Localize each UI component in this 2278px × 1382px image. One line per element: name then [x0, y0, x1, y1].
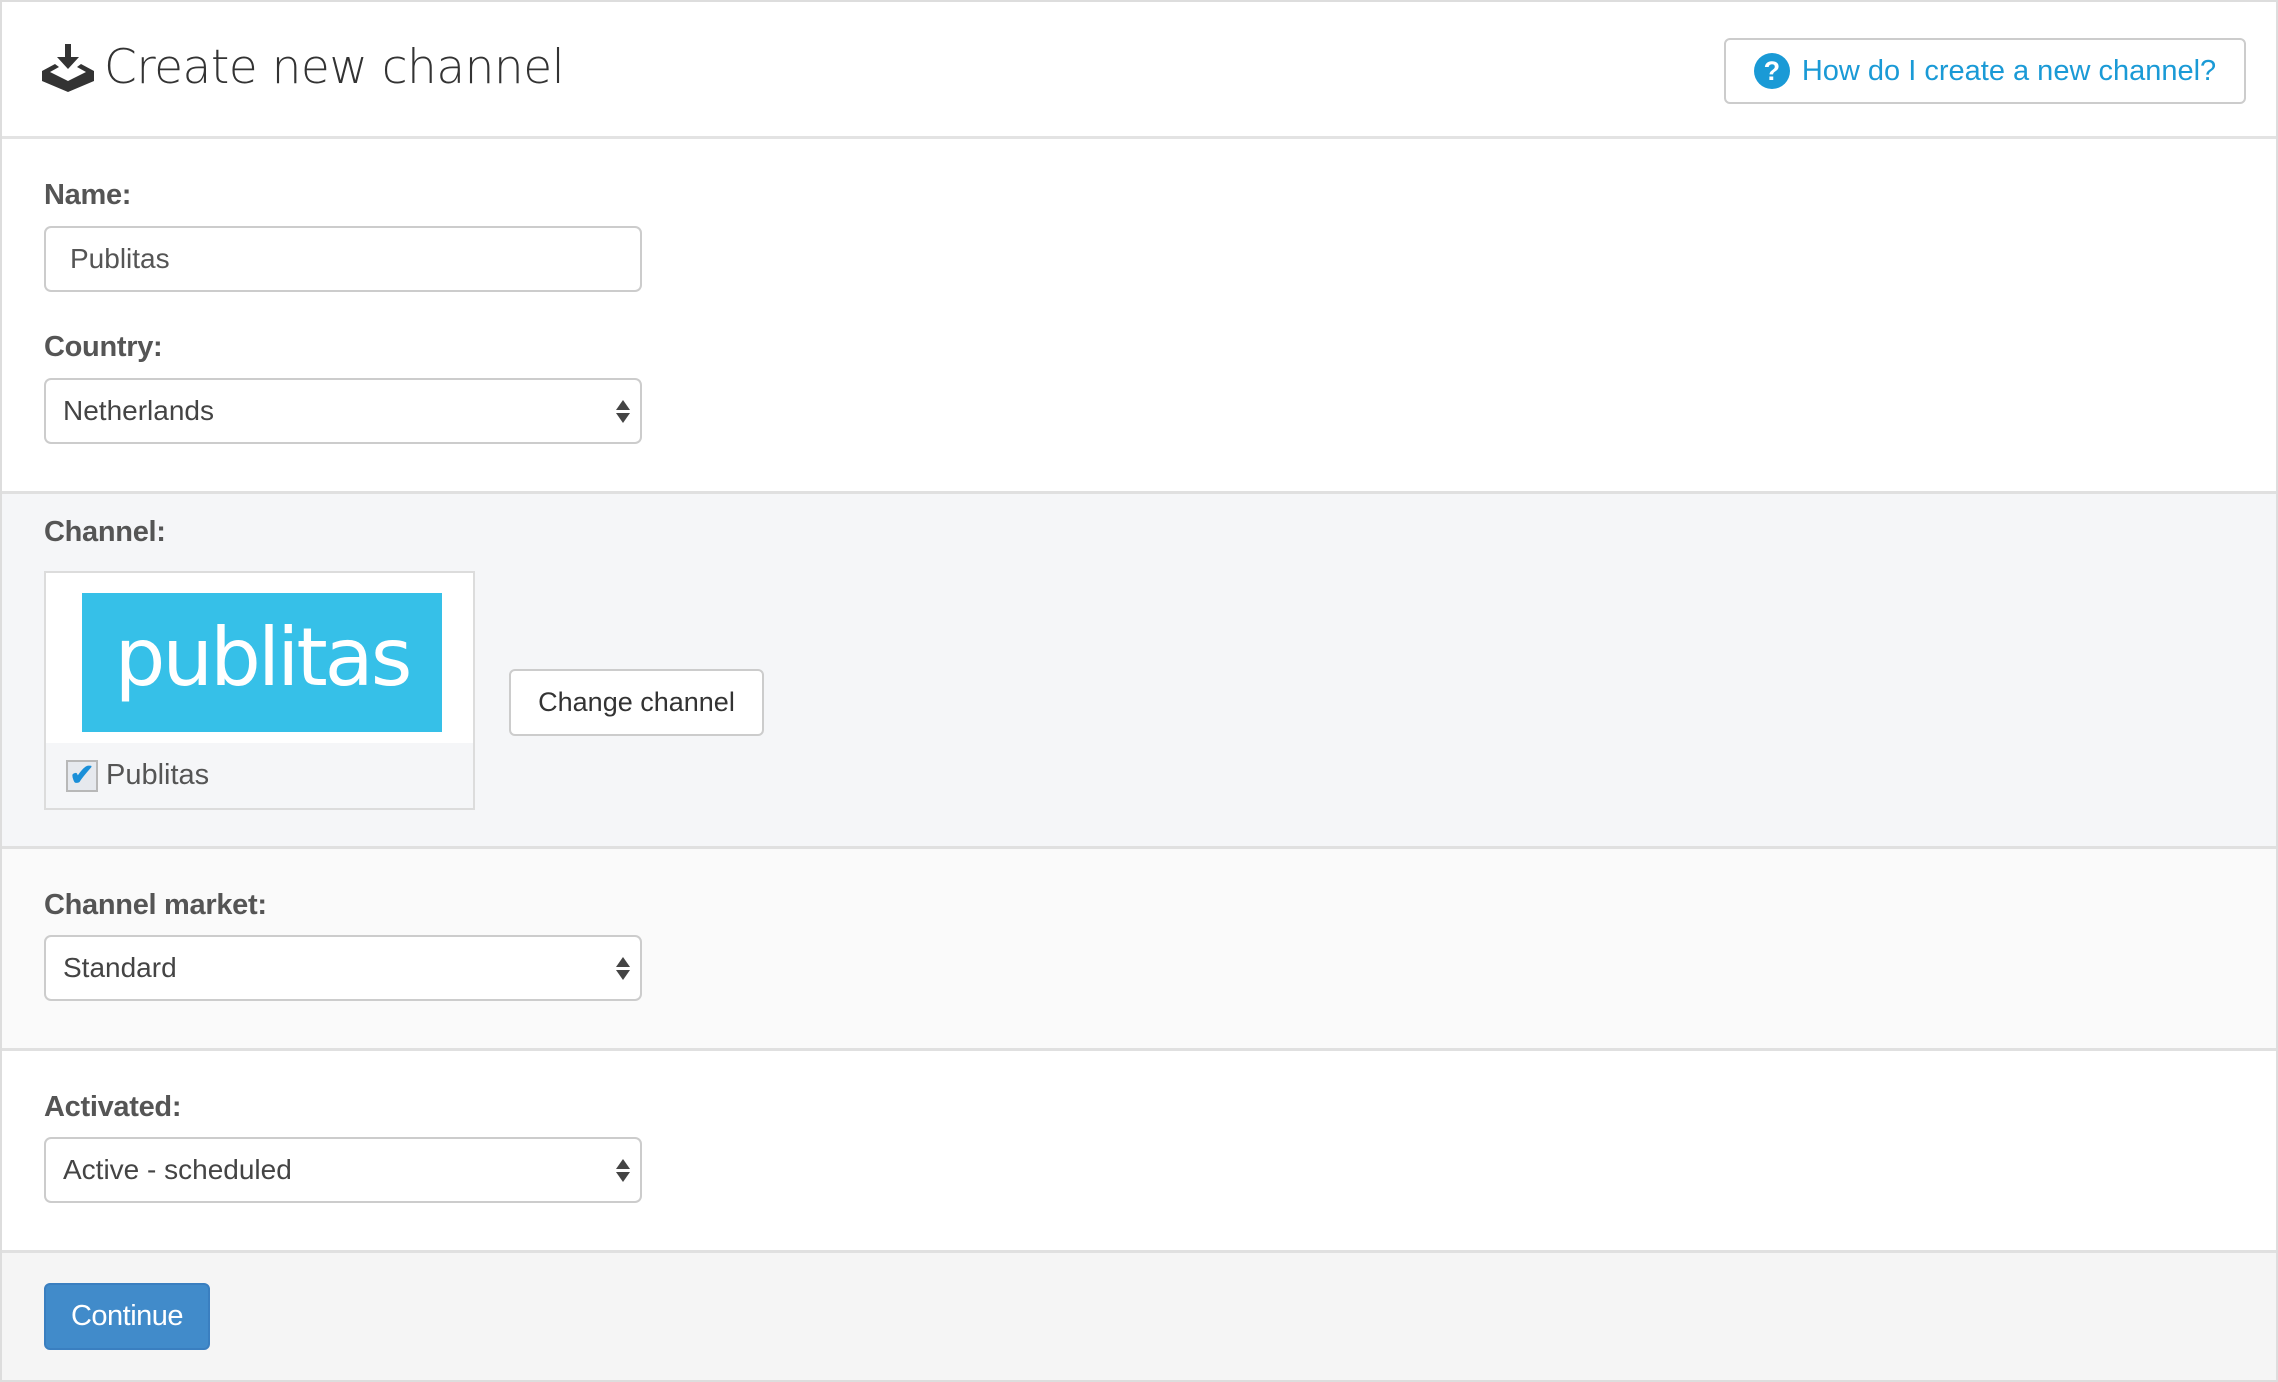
form-footer: Continue: [2, 1253, 2276, 1380]
channel-card-image-area: publitas: [46, 573, 473, 743]
channel-market-label: Channel market:: [44, 889, 267, 921]
publitas-logo: publitas: [82, 593, 442, 732]
channel-market-select-value: Standard: [63, 952, 177, 983]
download-tray-icon: [42, 43, 94, 92]
page-title: Create new channel: [42, 40, 565, 95]
help-link-button[interactable]: ? How do I create a new channel?: [1724, 38, 2246, 104]
channel-option-label: Publitas: [106, 759, 210, 791]
select-arrows-icon: [616, 956, 630, 980]
channel-card[interactable]: publitas ✔ Publitas: [44, 571, 475, 810]
channel-label: Channel:: [44, 516, 166, 548]
country-select[interactable]: Netherlands: [44, 378, 642, 444]
page-title-text: Create new channel: [104, 40, 565, 95]
activated-section: Activated: Active - scheduled: [2, 1051, 2276, 1253]
basic-info-section: Name: Country: Netherlands: [2, 139, 2276, 494]
country-label: Country:: [44, 331, 163, 363]
activated-label: Activated:: [44, 1091, 182, 1123]
checkmark-icon: ✔: [69, 759, 95, 792]
question-circle-icon: ?: [1753, 53, 1790, 89]
page-header: Create new channel ? How do I create a n…: [2, 2, 2276, 139]
publitas-logo-text: publitas: [114, 611, 413, 704]
select-arrows-icon: [616, 1158, 630, 1182]
channel-option[interactable]: ✔ Publitas: [66, 759, 209, 792]
change-channel-button[interactable]: Change channel: [509, 669, 764, 736]
name-input[interactable]: [46, 242, 640, 276]
activated-select[interactable]: Active - scheduled: [44, 1137, 642, 1203]
country-select-value: Netherlands: [63, 395, 214, 426]
channel-checkbox[interactable]: ✔: [66, 759, 98, 792]
select-arrows-icon: [616, 399, 630, 423]
channel-market-select[interactable]: Standard: [44, 935, 642, 1001]
activated-select-value: Active - scheduled: [63, 1154, 292, 1185]
channel-section: Channel: publitas ✔ Publitas Change chan…: [2, 494, 2276, 849]
name-label: Name:: [44, 179, 132, 211]
help-link-label: How do I create a new channel?: [1801, 54, 2217, 87]
continue-button[interactable]: Continue: [44, 1283, 210, 1350]
channel-market-section: Channel market: Standard: [2, 849, 2276, 1051]
page-frame: Create new channel ? How do I create a n…: [0, 0, 2278, 1382]
name-field[interactable]: [44, 226, 642, 292]
